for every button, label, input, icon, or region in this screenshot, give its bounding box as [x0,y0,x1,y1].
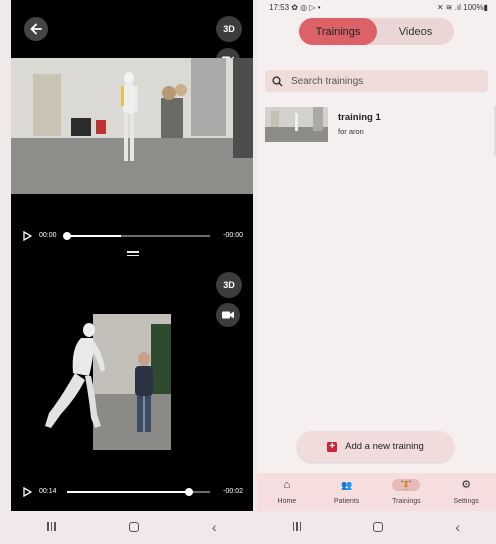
room-scene-image [11,58,253,194]
home-nav-icon[interactable] [373,521,384,532]
back-nav-icon[interactable]: ‹ [212,519,217,535]
exercise-icon: 🏋 [392,479,421,491]
home-icon: ⌂ [283,479,291,491]
seek-thumb[interactable] [184,488,193,496]
search-icon [272,75,283,87]
add-training-label: Add a new training [345,441,424,452]
toggle-3d-label: 3D [223,24,235,34]
video-frame-top[interactable] [11,58,253,194]
home-nav-icon[interactable] [128,521,139,532]
system-nav-bar-left: ‹ [11,511,253,542]
nav-item-trainings[interactable]: 🏋 Trainings [377,473,437,511]
status-notification-icons: ✿ ◎ ▷ • [291,3,321,12]
video-player-panel: 3D 00:00 -00:00 3D 00:14 -00:02 [11,0,253,511]
bottom-navigation: ⌂ Home 👥 Patients 🏋 Trainings ⚙ Settings [257,473,496,511]
camera-button-bottom[interactable] [216,303,240,327]
nav-item-patients[interactable]: 👥 Patients [317,473,377,511]
tab-trainings[interactable]: Trainings [299,18,377,45]
video-controls-top: 00:00 -00:00 [11,229,253,243]
nav-label: Home [277,498,297,505]
nav-item-home[interactable]: ⌂ Home [257,473,317,511]
system-nav-bar-right: ‹ [257,511,496,542]
back-button[interactable] [24,17,48,41]
time-elapsed: 00:14 [39,488,57,495]
toggle-3d-button-bottom[interactable]: 3D [216,272,242,298]
nav-label: Settings [453,498,479,505]
time-elapsed: 00:00 [39,232,57,239]
toggle-3d-button-top[interactable]: 3D [216,16,242,42]
search-input[interactable] [289,74,483,88]
search-bar[interactable] [265,70,488,92]
add-training-button[interactable]: + Add a new training [297,431,454,462]
tab-videos[interactable]: Videos [377,18,454,45]
mannequin-3d-model [45,323,105,428]
video-controls-bottom: 00:14 -00:02 [11,485,253,499]
recents-icon[interactable] [47,522,56,531]
video-camera-icon [222,311,234,319]
nav-label: Trainings [392,498,421,505]
time-remaining: -00:00 [223,232,243,239]
buffered-fill [67,235,122,237]
back-arrow-icon [30,23,42,35]
training-subtitle: for aron [338,127,364,136]
status-system-icons: ✕ ≋ .ıl 100%▮ [436,3,488,12]
recents-icon[interactable] [292,522,302,531]
play-icon[interactable] [23,487,32,497]
progress-fill [67,491,189,493]
time-remaining: -00:02 [223,488,243,495]
status-bar: 17:53 ✿ ◎ ▷ • ✕ ≋ .ıl 100%▮ [257,0,496,16]
nav-label: Patients [333,498,360,505]
split-divider-handle[interactable] [127,251,139,258]
training-thumbnail [265,107,328,142]
play-icon[interactable] [23,231,32,241]
person-settings-icon: ⚙ [461,479,472,491]
nav-item-settings[interactable]: ⚙ Settings [436,473,496,511]
people-icon: 👥 [341,480,353,490]
toggle-3d-label: 3D [223,280,235,290]
seek-thumb[interactable] [63,232,71,240]
segmented-tabs: Trainings Videos [299,18,454,45]
status-time: 17:53 [269,3,290,12]
training-title: training 1 [338,112,381,123]
add-icon: + [327,441,338,452]
back-nav-icon[interactable]: ‹ [455,519,460,535]
trainings-panel: 17:53 ✿ ◎ ▷ • ✕ ≋ .ıl 100%▮ Trainings Vi… [257,0,496,511]
training-list-item[interactable]: training 1 for aron [265,107,465,145]
